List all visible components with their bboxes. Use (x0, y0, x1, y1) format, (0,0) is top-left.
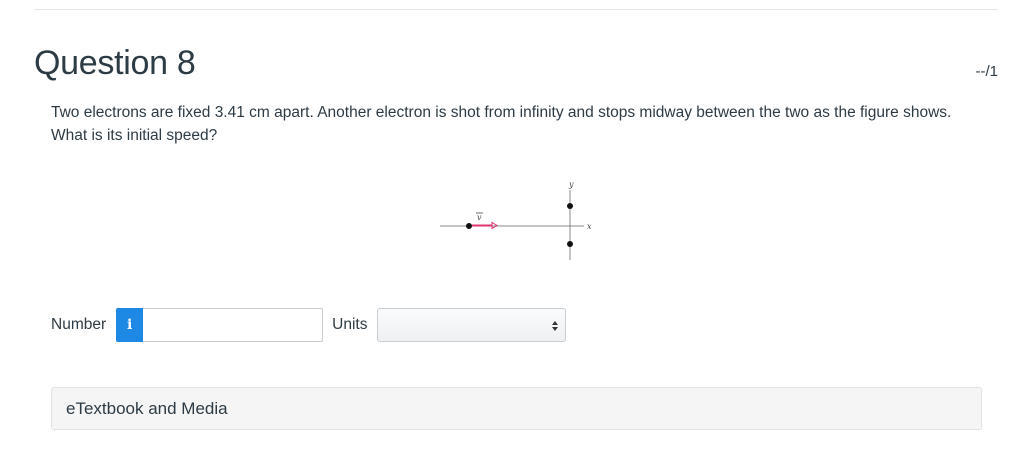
question-title: Question 8 (34, 44, 196, 82)
electron-figure: y x v (436, 176, 596, 266)
x-axis-label: x (587, 222, 592, 231)
etextbook-media-label: eTextbook and Media (66, 398, 228, 418)
top-divider (34, 9, 998, 10)
electron-diagram: y x v (440, 180, 592, 260)
velocity-label: v (477, 213, 482, 222)
number-input[interactable] (143, 308, 324, 342)
number-label: Number (51, 316, 107, 333)
etextbook-media-panel[interactable]: eTextbook and Media (51, 387, 982, 430)
units-select[interactable] (377, 308, 567, 342)
select-arrows-icon (552, 321, 559, 331)
info-icon[interactable]: i (116, 308, 144, 342)
moving-electron (466, 223, 472, 229)
question-text: Two electrons are fixed 3.41 cm apart. A… (51, 104, 952, 144)
y-axis-label: y (568, 180, 574, 189)
answer-row: Number i Units (51, 308, 567, 342)
question-score: --/1 (975, 63, 999, 80)
fixed-electron-top (567, 203, 573, 209)
fixed-electron-bottom (567, 241, 573, 247)
units-label: Units (332, 316, 368, 333)
